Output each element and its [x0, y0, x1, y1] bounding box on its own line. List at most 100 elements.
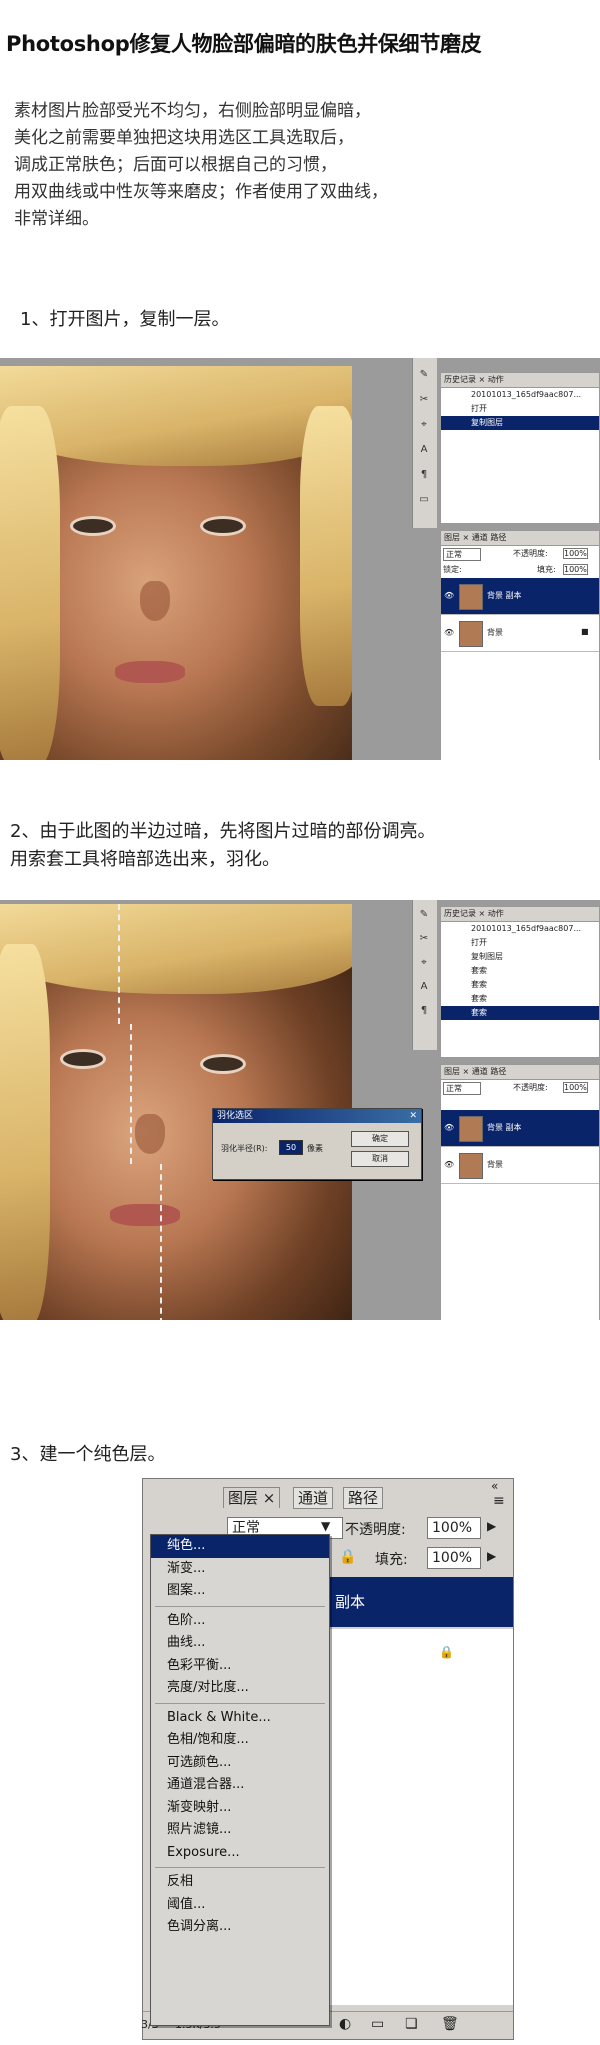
menu-item-curves[interactable]: 曲线... — [151, 1632, 329, 1655]
radius-input[interactable]: 50 — [279, 1140, 303, 1155]
tool-icon[interactable]: ✂ — [417, 932, 431, 946]
menu-item-posterize[interactable]: 色调分离... — [151, 1916, 329, 1939]
history-item[interactable]: 复制图层 — [441, 950, 599, 964]
blend-row: 正常 不透明度: 100% — [441, 1080, 599, 1096]
trash-icon[interactable]: 🗑 — [441, 2016, 459, 2032]
menu-item-brightness-contrast[interactable]: 亮度/对比度... — [151, 1677, 329, 1700]
menu-item-selective-color[interactable]: 可选颜色... — [151, 1752, 329, 1775]
opacity-field[interactable]: 100% — [563, 548, 588, 559]
blend-mode-select[interactable]: 正常 — [443, 548, 481, 561]
step1-screenshot: ✎ ✂ ⌖ A ¶ ▭ 历史记录 × 动作 20101013_165df9aac… — [0, 358, 600, 760]
tool-icon[interactable]: ✂ — [417, 393, 431, 407]
menu-item-photo-filter[interactable]: 照片滤镜... — [151, 1819, 329, 1842]
feather-dialog: 羽化选区 ✕ 羽化半径(R): 50 像素 确定 取消 — [212, 1108, 422, 1180]
menu-separator — [155, 1605, 325, 1607]
tool-icon[interactable]: ¶ — [417, 1004, 431, 1018]
step1-text: 1、打开图片，复制一层。 — [20, 309, 230, 330]
lasso-selection — [160, 1164, 162, 1320]
panel-menu-icon[interactable]: ≡ — [493, 1493, 505, 1509]
radius-label: 羽化半径(R): — [221, 1144, 268, 1153]
layer-row[interactable]: 🔒 — [329, 1629, 513, 1680]
history-item[interactable]: 复制图层 — [441, 416, 599, 430]
eye-icon[interactable]: 👁 — [444, 1123, 454, 1132]
layer-row[interactable]: 👁 背景 副本 — [441, 1110, 599, 1147]
text-tool-icon[interactable]: A — [417, 980, 431, 994]
menu-item-hue-saturation[interactable]: 色相/饱和度... — [151, 1729, 329, 1752]
tool-icon[interactable]: ⌖ — [417, 956, 431, 970]
group-icon[interactable]: ▭ — [371, 2016, 384, 2032]
tool-icon[interactable]: ✎ — [417, 908, 431, 922]
menu-item-exposure[interactable]: Exposure... — [151, 1842, 329, 1865]
history-item[interactable]: 套索 — [441, 992, 599, 1006]
menu-item-gradient[interactable]: 渐变... — [151, 1558, 329, 1581]
layer-row[interactable]: 👁 背景 — [441, 1147, 599, 1184]
fill-label: 填充: — [537, 565, 556, 574]
intro-line: 非常详细。 — [14, 209, 99, 229]
fill-field[interactable]: 100% — [563, 564, 588, 575]
menu-item-pattern[interactable]: 图案... — [151, 1580, 329, 1603]
eye-icon[interactable]: 👁 — [444, 1160, 454, 1169]
tool-strip: ✎ ✂ ⌖ A ¶ ▭ — [412, 358, 437, 528]
collapse-icon[interactable]: « — [491, 1479, 498, 1493]
chevron-right-icon[interactable]: ▶ — [487, 1549, 496, 1563]
layer-row[interactable]: 👁 背景 副本 — [441, 578, 599, 615]
menu-item-solid-color[interactable]: 纯色... — [151, 1535, 329, 1558]
lock-icon[interactable]: 🔒 — [339, 1549, 356, 1565]
eye-icon[interactable]: 👁 — [444, 591, 454, 600]
layer-name: 副本 — [335, 1593, 366, 1611]
history-item[interactable]: 打开 — [441, 402, 599, 416]
chevron-right-icon[interactable]: ▶ — [487, 1519, 496, 1533]
chevron-down-icon[interactable]: ▼ — [321, 1519, 330, 1533]
adjustment-layer-icon[interactable]: ◐ — [339, 2016, 351, 2032]
opacity-label: 不透明度: — [345, 1522, 406, 1538]
tab-paths[interactable]: 路径 — [343, 1487, 384, 1509]
step2-line: 用索套工具将暗部选出来，羽化。 — [10, 849, 280, 870]
opacity-field[interactable]: 100% — [563, 1082, 588, 1093]
menu-item-channel-mixer[interactable]: 通道混合器... — [151, 1774, 329, 1797]
history-item[interactable]: 套索 — [441, 978, 599, 992]
menu-separator — [155, 1867, 325, 1868]
tool-icon[interactable]: ▭ — [417, 493, 431, 507]
layers-panel: 图层 × 通道 路径 正常 不透明度: 100% 锁定: 填充: 100% 👁 … — [440, 530, 600, 760]
layers-tabs[interactable]: 图层 × 通道 路径 — [441, 531, 599, 546]
blend-mode-select[interactable]: 正常 — [443, 1082, 481, 1095]
close-icon[interactable]: ✕ — [217, 1111, 417, 1121]
menu-item-color-balance[interactable]: 色彩平衡... — [151, 1655, 329, 1678]
intro-line: 素材图片脸部受光不均匀，右侧脸部明显偏暗， — [14, 101, 371, 121]
history-tabs[interactable]: 历史记录 × 动作 — [441, 373, 599, 388]
history-item[interactable]: 套索 — [441, 964, 599, 978]
layer-row[interactable]: 👁 背景 ■ — [441, 615, 599, 652]
ok-button[interactable]: 确定 — [351, 1131, 409, 1147]
new-layer-icon[interactable]: ❏ — [405, 2016, 418, 2032]
step3-text: 3、建一个纯色层。 — [10, 1444, 166, 1465]
history-item[interactable]: 20101013_165df9aac807... — [441, 922, 599, 936]
history-item[interactable]: 20101013_165df9aac807... — [441, 388, 599, 402]
layer-row-selected[interactable]: 副本 — [329, 1577, 513, 1627]
history-item[interactable]: 打开 — [441, 936, 599, 950]
tab-layers[interactable]: 图层 × — [223, 1487, 281, 1508]
history-item[interactable]: 套索 — [441, 1006, 599, 1020]
layer-name: 背景 — [487, 628, 503, 637]
menu-item-gradient-map[interactable]: 渐变映射... — [151, 1797, 329, 1820]
layers-list-empty — [329, 1679, 513, 2005]
history-tabs[interactable]: 历史记录 × 动作 — [441, 907, 599, 922]
layer-thumbnail — [459, 1116, 483, 1142]
menu-item-levels[interactable]: 色阶... — [151, 1610, 329, 1633]
opacity-field[interactable]: 100% — [427, 1517, 481, 1539]
layer-name: 背景 副本 — [487, 591, 522, 600]
menu-item-black-white[interactable]: Black & White... — [151, 1707, 329, 1730]
tab-channels[interactable]: 通道 — [293, 1487, 334, 1509]
menu-item-threshold[interactable]: 阈值... — [151, 1894, 329, 1917]
layers-tabs[interactable]: 图层 × 通道 路径 — [441, 1065, 599, 1080]
menu-item-invert[interactable]: 反相 — [151, 1871, 329, 1894]
cancel-button[interactable]: 取消 — [351, 1151, 409, 1167]
adjustment-menu: 纯色... 渐变... 图案... 色阶... 曲线... 色彩平衡... 亮度… — [150, 1534, 330, 2026]
tool-icon[interactable]: ⌖ — [417, 418, 431, 432]
eye-icon[interactable]: 👁 — [444, 628, 454, 637]
fill-field[interactable]: 100% — [427, 1547, 481, 1569]
tool-icon[interactable]: ¶ — [417, 468, 431, 482]
layer-thumbnail — [459, 1153, 483, 1179]
text-tool-icon[interactable]: A — [417, 443, 431, 457]
menu-separator — [155, 1702, 325, 1704]
tool-icon[interactable]: ✎ — [417, 368, 431, 382]
